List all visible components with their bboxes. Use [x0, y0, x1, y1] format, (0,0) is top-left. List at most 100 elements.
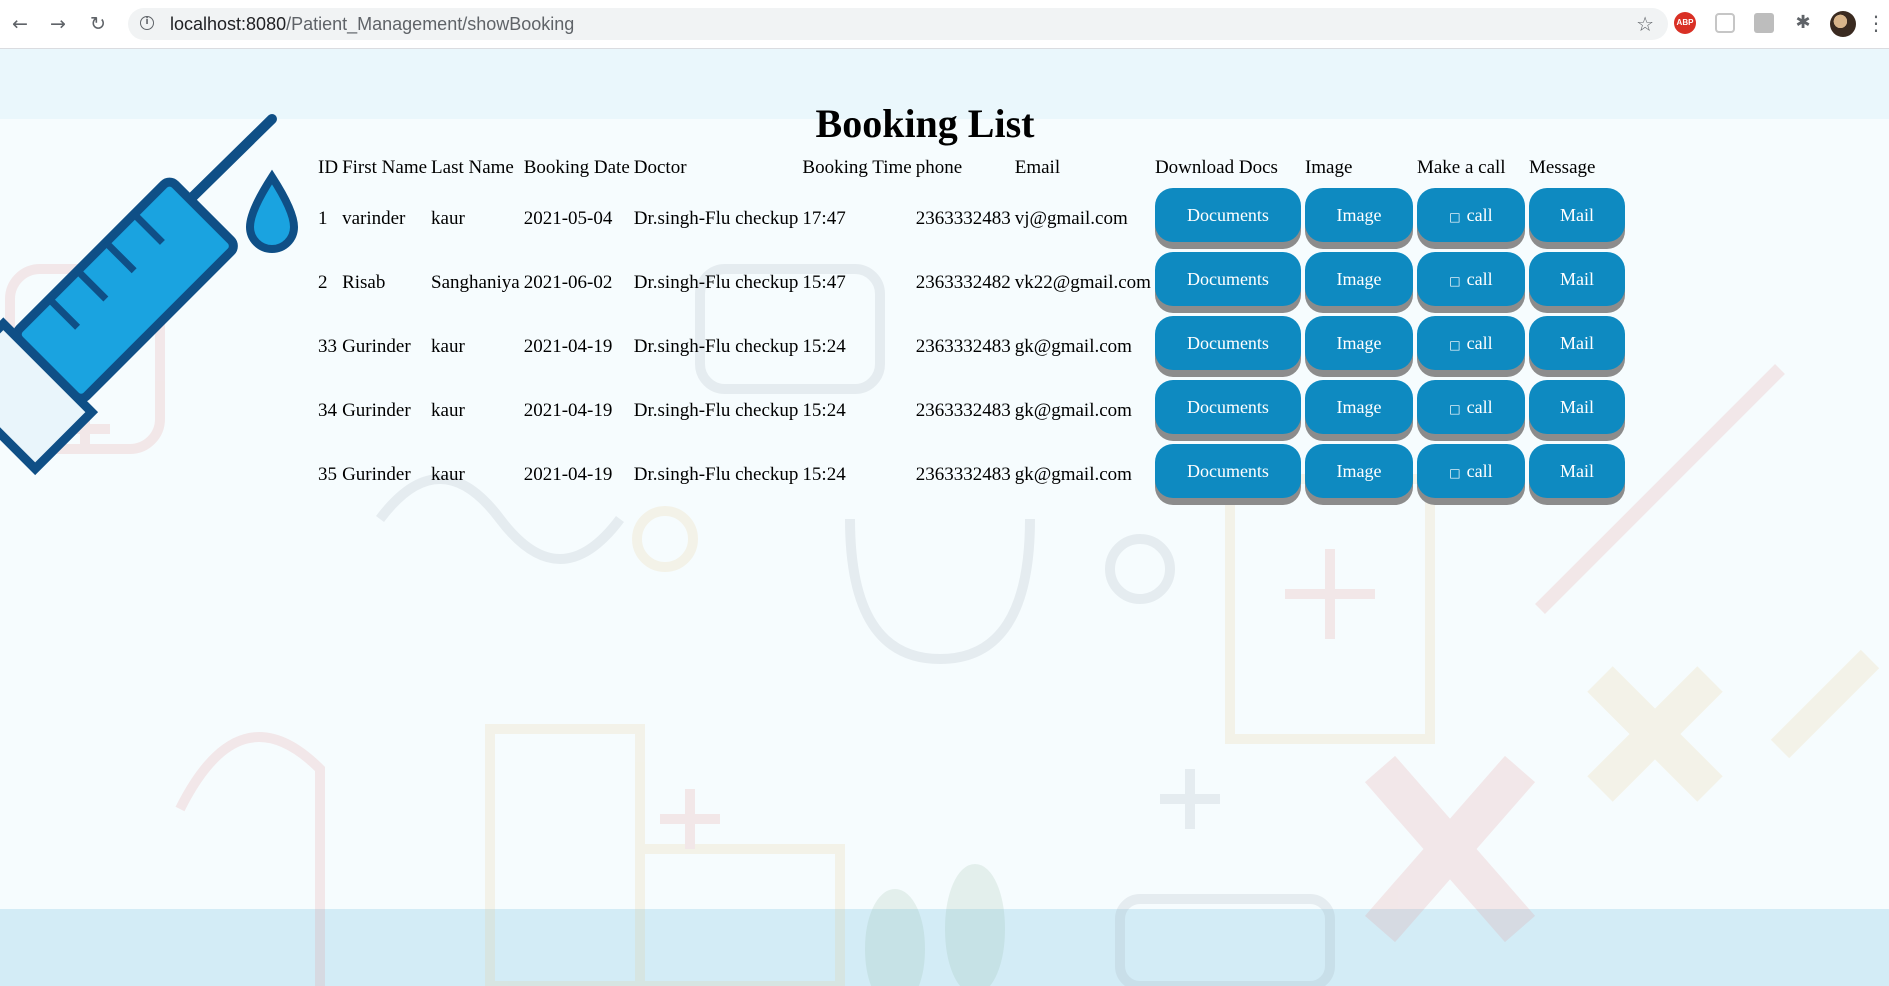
- cell-first-name: Risab: [342, 272, 386, 293]
- cell-booking-time: 15:24: [802, 400, 846, 421]
- cell-id: 34: [318, 400, 337, 421]
- cell-doctor: Dr.singh-Flu checkup: [633, 400, 799, 421]
- table-row: 34 Gurinder kaur 2021-04-19 Dr.singh-Flu…: [318, 379, 1625, 443]
- cell-docs: Documents: [1154, 379, 1301, 443]
- header-booking-date: Booking Date: [523, 157, 630, 178]
- image-button[interactable]: Image: [1304, 252, 1413, 306]
- cell-id: 33: [318, 336, 337, 357]
- documents-button[interactable]: Documents: [1154, 188, 1301, 242]
- cell-booking-date: 2021-04-19: [523, 336, 613, 357]
- cell-image: Image: [1304, 251, 1413, 315]
- cell-message: Mail: [1528, 315, 1625, 379]
- cell-message: Mail: [1528, 187, 1625, 251]
- cell-email: gk@gmail.com: [1014, 336, 1132, 357]
- cell-phone: 2363332483: [915, 400, 1011, 421]
- browser-menu-icon[interactable]: ⋮: [1866, 12, 1888, 34]
- phone-icon: □: [1449, 338, 1461, 352]
- cell-docs: Documents: [1154, 443, 1301, 507]
- cell-doctor: Dr.singh-Flu checkup: [633, 272, 799, 293]
- cell-last-name: kaur: [431, 464, 465, 485]
- cell-docs: Documents: [1154, 187, 1301, 251]
- reload-icon[interactable]: ↻: [86, 12, 110, 36]
- image-button[interactable]: Image: [1304, 188, 1413, 242]
- url-text[interactable]: localhost:8080/Patient_Management/showBo…: [170, 14, 574, 35]
- cell-phone: 2363332483: [915, 208, 1011, 229]
- header-make-a-call: Make a call: [1416, 157, 1506, 178]
- table-row: 33 Gurinder kaur 2021-04-19 Dr.singh-Flu…: [318, 315, 1625, 379]
- extension-icon[interactable]: [1715, 13, 1735, 33]
- extensions-puzzle-icon[interactable]: ✱: [1792, 12, 1814, 34]
- cell-email: vk22@gmail.com: [1014, 272, 1151, 293]
- cell-message: Mail: [1528, 251, 1625, 315]
- url-host: localhost:8080: [170, 14, 287, 34]
- cell-call: □ call: [1416, 187, 1525, 251]
- table-row: 1 varinder kaur 2021-05-04 Dr.singh-Flu …: [318, 187, 1625, 251]
- address-bar[interactable]: i localhost:8080/Patient_Management/show…: [128, 8, 1668, 40]
- documents-button[interactable]: Documents: [1154, 380, 1301, 434]
- mail-button[interactable]: Mail: [1528, 252, 1625, 306]
- cell-last-name: kaur: [431, 336, 465, 357]
- header-id: ID: [318, 157, 339, 178]
- cell-booking-date: 2021-04-19: [523, 464, 613, 485]
- phone-icon: □: [1449, 466, 1461, 480]
- mail-button[interactable]: Mail: [1528, 188, 1625, 242]
- phone-icon: □: [1449, 402, 1461, 416]
- header-email: Email: [1014, 157, 1061, 178]
- documents-button[interactable]: Documents: [1154, 252, 1301, 306]
- call-label: call: [1466, 205, 1493, 225]
- image-button[interactable]: Image: [1304, 380, 1413, 434]
- adblock-extension-icon[interactable]: ABP: [1674, 12, 1696, 34]
- documents-button[interactable]: Documents: [1154, 444, 1301, 498]
- bookmark-star-icon[interactable]: ☆: [1636, 12, 1654, 36]
- call-button[interactable]: □ call: [1416, 444, 1525, 498]
- cell-id: 1: [318, 208, 328, 229]
- image-button[interactable]: Image: [1304, 316, 1413, 370]
- cell-message: Mail: [1528, 379, 1625, 443]
- call-button[interactable]: □ call: [1416, 380, 1525, 434]
- image-button[interactable]: Image: [1304, 444, 1413, 498]
- documents-button[interactable]: Documents: [1154, 316, 1301, 370]
- header-message: Message: [1528, 157, 1596, 178]
- call-button[interactable]: □ call: [1416, 252, 1525, 306]
- cell-booking-time: 15:47: [802, 272, 846, 293]
- cell-id: 35: [318, 464, 337, 485]
- header-doctor: Doctor: [633, 157, 687, 178]
- cell-id: 2: [318, 272, 328, 293]
- cell-booking-time: 15:24: [802, 464, 846, 485]
- syringe-illustration: [0, 114, 299, 476]
- phone-icon: □: [1449, 274, 1461, 288]
- call-label: call: [1466, 269, 1493, 289]
- table-row: 35 Gurinder kaur 2021-04-19 Dr.singh-Flu…: [318, 443, 1625, 507]
- site-info-icon[interactable]: i: [140, 16, 154, 30]
- forward-icon[interactable]: →: [46, 12, 70, 36]
- call-label: call: [1466, 397, 1493, 417]
- cell-email: vj@gmail.com: [1014, 208, 1128, 229]
- cell-email: gk@gmail.com: [1014, 464, 1132, 485]
- cell-first-name: varinder: [342, 208, 406, 229]
- extension-icon[interactable]: [1754, 13, 1774, 33]
- call-label: call: [1466, 333, 1493, 353]
- cell-first-name: Gurinder: [342, 464, 411, 485]
- page-title: Booking List: [815, 100, 1035, 146]
- header-first-name: First Name: [342, 157, 428, 178]
- cell-image: Image: [1304, 187, 1413, 251]
- cell-last-name: kaur: [431, 400, 465, 421]
- table-row: 2 Risab Sanghaniya 2021-06-02 Dr.singh-F…: [318, 251, 1625, 315]
- header-last-name: Last Name: [431, 157, 514, 178]
- cell-booking-date: 2021-06-02: [523, 272, 613, 293]
- header-phone: phone: [915, 157, 963, 178]
- mail-button[interactable]: Mail: [1528, 444, 1625, 498]
- call-button[interactable]: □ call: [1416, 316, 1525, 370]
- profile-avatar[interactable]: [1830, 11, 1856, 37]
- cell-call: □ call: [1416, 379, 1525, 443]
- mail-button[interactable]: Mail: [1528, 380, 1625, 434]
- call-button[interactable]: □ call: [1416, 188, 1525, 242]
- cell-doctor: Dr.singh-Flu checkup: [633, 208, 799, 229]
- call-label: call: [1466, 461, 1493, 481]
- cell-booking-time: 15:24: [802, 336, 846, 357]
- cell-first-name: Gurinder: [342, 336, 411, 357]
- cell-call: □ call: [1416, 251, 1525, 315]
- mail-button[interactable]: Mail: [1528, 316, 1625, 370]
- phone-icon: □: [1449, 210, 1461, 224]
- back-icon[interactable]: ←: [8, 12, 32, 36]
